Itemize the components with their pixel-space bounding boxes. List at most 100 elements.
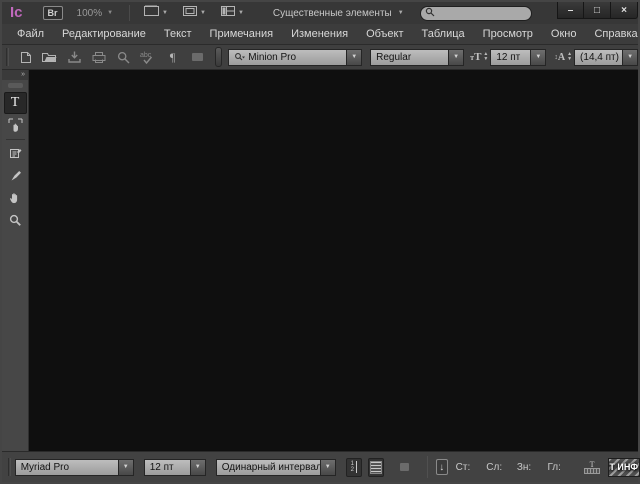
line-spacing-field[interactable]: Одинарный интервал	[216, 459, 320, 476]
font-size-icon: тT	[470, 51, 481, 63]
display-size-field[interactable]: 12 пт	[144, 459, 190, 476]
stat-depth: Гл:	[547, 462, 578, 473]
screen-mode-icon	[182, 4, 198, 22]
search-icon	[425, 4, 435, 22]
menu-edit[interactable]: Редактирование	[53, 28, 155, 40]
workspace-switcher[interactable]: Существенные элементы ▼	[273, 8, 404, 19]
display-font-field[interactable]: Myriad Pro	[15, 459, 118, 476]
toolbar-splitter-handle[interactable]	[215, 47, 222, 67]
disabled-block-icon	[400, 463, 409, 471]
show-hidden-characters-button[interactable]: ¶	[160, 47, 185, 67]
copyfit-text: НЕТ ИНФ	[608, 462, 639, 472]
text-depth-ruler-icon: T	[584, 461, 600, 474]
panel-grip[interactable]	[8, 83, 23, 88]
menu-window[interactable]: Окно	[542, 28, 586, 40]
menu-file[interactable]: Файл	[8, 28, 53, 40]
new-document-button[interactable]	[13, 47, 38, 67]
overset-indicator-button[interactable]: ↓	[436, 459, 448, 475]
font-family-dropdown-arrow[interactable]: ▼	[346, 49, 362, 66]
stat-lines: Ст:	[456, 462, 487, 473]
arrange-documents-button[interactable]: ▼	[213, 3, 251, 23]
font-size-combo[interactable]: 12 пт ▼	[490, 49, 546, 66]
menu-help[interactable]: Справка	[585, 28, 640, 40]
font-style-value: Regular	[376, 50, 411, 65]
screen-mode-button[interactable]: ▼	[175, 3, 213, 23]
zoom-level-dropdown[interactable]: 100% ▼	[77, 8, 124, 19]
display-font-dropdown-arrow[interactable]: ▼	[118, 459, 134, 476]
eyedropper-tool[interactable]	[4, 165, 27, 187]
font-style-combo[interactable]: Regular ▼	[370, 49, 464, 66]
view-options-button[interactable]: ▼	[136, 3, 175, 23]
paragraph-marks-toggle[interactable]	[368, 458, 384, 477]
open-document-button[interactable]	[38, 47, 63, 67]
font-size-dropdown-arrow[interactable]: ▼	[530, 49, 546, 66]
zoom-level-value: 100%	[77, 8, 103, 19]
disabled-tool-button	[185, 47, 210, 67]
type-tool[interactable]: T	[4, 92, 27, 114]
menu-changes[interactable]: Изменения	[282, 28, 357, 40]
leading-stepper[interactable]: ▲▼	[567, 52, 572, 62]
toolbar-grip	[6, 48, 9, 66]
line-spacing-value: Одинарный интервал	[222, 460, 320, 475]
note-tool[interactable]	[4, 143, 27, 165]
minimize-button[interactable]: –	[557, 2, 584, 19]
copyfit-info-bar: НЕТ ИНФ	[608, 458, 640, 477]
menu-view[interactable]: Просмотр	[474, 28, 542, 40]
window-controls: – □ ×	[557, 2, 638, 19]
menu-notes[interactable]: Примечания	[201, 28, 283, 40]
leading-dropdown-arrow[interactable]: ▼	[622, 49, 638, 66]
leading-icon: ↕A	[554, 52, 565, 63]
view-options-icon	[143, 4, 160, 22]
line-numbers-toggle[interactable]: 1 2	[346, 458, 362, 477]
disabled-block-icon	[192, 53, 203, 61]
magnifier-icon	[8, 213, 23, 228]
workspace-name: Существенные элементы	[273, 8, 392, 19]
menu-object[interactable]: Объект	[357, 28, 412, 40]
search-button[interactable]	[111, 47, 136, 67]
app-window: Ic Br 100% ▼ ▼ ▼ ▼ Существенные элемент	[0, 0, 640, 484]
line-spacing-combo[interactable]: Одинарный интервал ▼	[216, 459, 336, 476]
display-size-value: 12 пт	[150, 460, 174, 475]
stat-characters: Зн:	[517, 462, 548, 473]
position-tool[interactable]	[4, 114, 27, 136]
app-search-box[interactable]	[420, 6, 532, 21]
spellcheck-button[interactable]: abc	[136, 47, 161, 67]
titlebar-separator	[129, 5, 130, 21]
close-button[interactable]: ×	[611, 2, 638, 19]
galley-status-bar: Myriad Pro ▼ 12 пт ▼ Одинарный интервал …	[2, 451, 638, 482]
type-tool-icon: T	[11, 96, 20, 110]
font-size-field[interactable]: 12 пт	[490, 49, 530, 66]
chevron-down-icon: ▼	[238, 10, 244, 16]
font-family-combo[interactable]: Minion Pro ▼	[228, 49, 362, 66]
leading-field[interactable]: (14,4 пт)	[574, 49, 622, 66]
font-style-dropdown-arrow[interactable]: ▼	[448, 49, 464, 66]
tools-divider	[6, 139, 25, 140]
page-lines-icon	[370, 461, 382, 474]
leading-combo[interactable]: (14,4 пт) ▼	[574, 49, 638, 66]
line-spacing-dropdown-arrow[interactable]: ▼	[320, 459, 336, 476]
chevron-down-icon: ▼	[200, 10, 206, 16]
font-family-field[interactable]: Minion Pro	[228, 49, 346, 66]
main-area: » T	[2, 70, 638, 451]
document-canvas[interactable]	[29, 70, 638, 451]
panel-collapse-chevrons[interactable]: »	[2, 70, 28, 80]
font-search-icon	[234, 52, 245, 62]
font-style-field[interactable]: Regular	[370, 49, 448, 66]
print-button[interactable]	[87, 47, 112, 67]
maximize-button[interactable]: □	[584, 2, 611, 19]
display-font-combo[interactable]: Myriad Pro ▼	[15, 459, 134, 476]
app-search-input[interactable]	[438, 8, 524, 18]
leading-value: (14,4 пт)	[580, 50, 619, 65]
save-button[interactable]	[62, 47, 87, 67]
menu-text[interactable]: Текст	[155, 28, 201, 40]
hand-tool[interactable]	[4, 187, 27, 209]
chevron-down-icon: ▼	[107, 10, 113, 16]
note-tool-icon	[8, 147, 23, 162]
menu-table[interactable]: Таблица	[413, 28, 474, 40]
tools-panel: » T	[2, 70, 29, 451]
font-size-stepper[interactable]: ▲▼	[483, 52, 488, 62]
display-size-combo[interactable]: 12 пт ▼	[144, 459, 206, 476]
zoom-tool[interactable]	[4, 209, 27, 231]
display-size-dropdown-arrow[interactable]: ▼	[190, 459, 206, 476]
bridge-button[interactable]: Br	[43, 6, 63, 20]
